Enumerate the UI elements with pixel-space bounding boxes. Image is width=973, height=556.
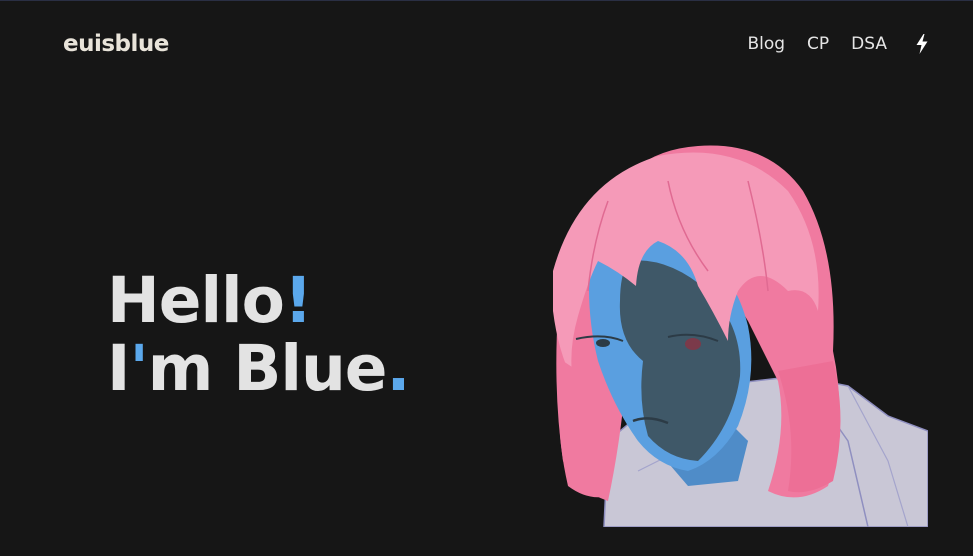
site-logo[interactable]: euisblue <box>63 31 169 57</box>
hero-period: . <box>386 332 411 405</box>
hero-line-1: Hello! <box>107 267 409 335</box>
page: euisblue Blog CP DSA Hello! I'm Blue. <box>0 0 973 556</box>
hero-m-blue: m Blue <box>147 332 388 405</box>
nav-link-cp[interactable]: CP <box>807 34 829 54</box>
hero-hello: Hello <box>107 264 285 337</box>
hero-heading: Hello! I'm Blue. <box>107 267 411 405</box>
hero-apostrophe: ' <box>129 332 148 405</box>
nav-link-dsa[interactable]: DSA <box>851 34 887 54</box>
nav-link-blog[interactable]: Blog <box>747 34 785 54</box>
main-nav: Blog CP DSA <box>747 34 929 54</box>
hero-i: I <box>107 332 130 405</box>
lightning-bolt-icon[interactable] <box>915 34 929 54</box>
hero-exclamation: ! <box>283 264 313 337</box>
portrait-illustration <box>553 145 928 527</box>
hero-line-2: I'm Blue. <box>107 332 411 405</box>
